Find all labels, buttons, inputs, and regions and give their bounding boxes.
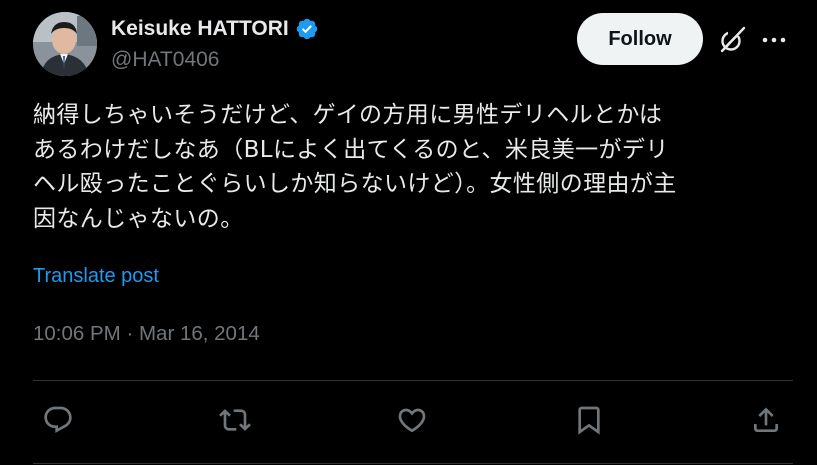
author-handle[interactable]: @HAT0406: [111, 48, 219, 72]
verified-badge-icon[interactable]: [295, 17, 319, 41]
share-icon: [754, 407, 778, 432]
reply-button[interactable]: [38, 400, 78, 440]
author-name-row: Keisuke HATTORI: [111, 14, 319, 44]
translate-post-link[interactable]: Translate post: [33, 265, 159, 288]
author-display-name[interactable]: Keisuke HATTORI: [111, 17, 289, 41]
post-timestamp[interactable]: 10:06 PM · Mar 16, 2014: [33, 322, 260, 346]
avatar[interactable]: [33, 12, 97, 76]
repost-button[interactable]: [215, 400, 255, 440]
like-icon: [398, 408, 426, 433]
post-text-line: あるわけだしなあ（BLによく出てくるのと、米良美一がデリ: [33, 136, 669, 163]
like-button[interactable]: [392, 400, 432, 440]
repost-icon: [219, 409, 251, 431]
post-text-line: 納得しちゃいそうだけど、ゲイの方用に男性デリヘルとかは: [33, 102, 663, 128]
grok-icon[interactable]: [718, 26, 748, 54]
post-text: 納得しちゃいそうだけど、ゲイの方用に男性デリヘルとかは あるわけだしなあ（BLに…: [33, 98, 793, 236]
post-text-line: ヘル殴ったことぐらいしか知らないけど）。女性側の理由が主: [33, 171, 677, 197]
more-icon[interactable]: [761, 30, 787, 50]
reply-icon: [44, 406, 72, 433]
bookmark-icon: [578, 406, 600, 435]
divider: [33, 380, 793, 381]
bookmark-button[interactable]: [569, 400, 609, 440]
share-button[interactable]: [746, 400, 786, 440]
post-text-line: 因なんじゃないの。: [33, 205, 244, 232]
follow-button[interactable]: Follow: [577, 13, 703, 65]
avatar-photo-icon: [33, 12, 97, 76]
action-bar: [0, 400, 817, 440]
post-card: Keisuke HATTORI @HAT0406 Follow 納得しちゃいそう…: [0, 0, 817, 465]
divider: [33, 463, 793, 464]
